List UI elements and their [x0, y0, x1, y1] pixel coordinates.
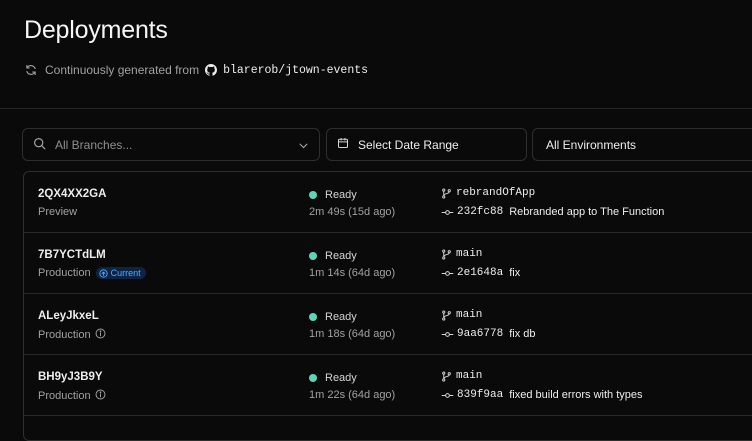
- info-icon[interactable]: [95, 328, 106, 342]
- deployment-duration: 1m 22s (64d ago): [309, 389, 396, 401]
- badge-label: Current: [110, 268, 141, 278]
- git-commit-icon: [441, 270, 454, 276]
- table-row[interactable]: ALeyJkxeL Production Ready 1m 18s (64d a…: [24, 294, 752, 355]
- branch-filter[interactable]: All Branches...: [22, 128, 320, 161]
- deployment-status: Ready: [309, 311, 357, 323]
- branch-name: main: [456, 309, 483, 321]
- deployment-commit[interactable]: 839f9aa fixed build errors with types: [441, 389, 643, 401]
- git-branch-icon: [442, 370, 451, 382]
- git-commit-icon: [441, 209, 454, 215]
- commit-message: fix: [509, 267, 521, 279]
- commit-message: fix db: [509, 328, 536, 340]
- table-row[interactable]: BH9yJ3B9Y Production Ready 1m 22s (64d a…: [24, 355, 752, 416]
- status-dot: [309, 374, 317, 382]
- deployment-commit[interactable]: 232fc88 Rebranded app to The Function: [441, 206, 664, 218]
- deployment-status: Ready: [309, 189, 357, 201]
- status-label: Ready: [325, 372, 357, 384]
- git-branch-icon: [442, 187, 451, 199]
- deployment-environment: Preview: [38, 206, 77, 218]
- status-dot: [309, 313, 317, 321]
- date-range-button[interactable]: Select Date Range: [326, 128, 527, 161]
- deployment-status: Ready: [309, 250, 357, 262]
- status-dot: [309, 252, 317, 260]
- calendar-icon: [337, 137, 349, 152]
- branch-name: main: [456, 248, 483, 260]
- environment-select-label: All Environments: [546, 137, 637, 152]
- github-icon: [205, 64, 218, 76]
- deployment-id[interactable]: ALeyJkxeL: [38, 310, 99, 322]
- git-commit-icon: [441, 392, 454, 398]
- table-row[interactable]: 7B7YCTdLM Production Current Ready 1m 14…: [24, 233, 752, 294]
- environment-label: Production: [38, 329, 91, 341]
- subtitle-text: Continuously generated from: [45, 63, 200, 77]
- deployment-id[interactable]: 7B7YCTdLM: [38, 249, 106, 261]
- chevron-down-icon[interactable]: [298, 140, 309, 154]
- environment-label: Production: [38, 390, 91, 402]
- refresh-icon: [25, 64, 37, 76]
- deployment-branch[interactable]: rebrandOfApp: [441, 187, 535, 199]
- commit-hash: 232fc88: [457, 206, 504, 218]
- branch-filter-placeholder: All Branches...: [55, 137, 133, 152]
- table-row[interactable]: 2QX4XX2GA Preview Ready 2m 49s (15d ago)…: [24, 172, 752, 233]
- git-branch-icon: [442, 248, 451, 260]
- deployment-branch[interactable]: main: [441, 248, 482, 260]
- deployment-branch[interactable]: main: [441, 370, 482, 382]
- deployment-environment: Production: [38, 328, 106, 342]
- environment-label: Preview: [38, 206, 78, 218]
- deployment-commit[interactable]: 9aa6778 fix db: [441, 328, 536, 340]
- deployment-status: Ready: [309, 372, 357, 384]
- environment-label: Production: [38, 267, 91, 279]
- commit-message: Rebranded app to The Function: [509, 206, 665, 218]
- status-dot: [309, 191, 317, 199]
- commit-hash: 2e1648a: [457, 267, 504, 279]
- page-title: Deployments: [24, 16, 168, 44]
- deployment-branch[interactable]: main: [441, 309, 482, 321]
- status-label: Ready: [325, 250, 357, 262]
- repo-link[interactable]: blarerob/jtown-events: [223, 64, 368, 77]
- deployment-id[interactable]: 2QX4XX2GA: [38, 188, 106, 200]
- info-icon[interactable]: [95, 389, 106, 403]
- deployment-duration: 1m 14s (64d ago): [309, 267, 396, 279]
- deployment-id[interactable]: BH9yJ3B9Y: [38, 371, 103, 383]
- status-label: Ready: [325, 311, 357, 323]
- search-icon: [33, 137, 46, 153]
- deployment-duration: 1m 18s (64d ago): [309, 328, 396, 340]
- git-commit-icon: [441, 331, 454, 337]
- commit-message: fixed build errors with types: [509, 389, 643, 401]
- commit-hash: 839f9aa: [457, 389, 504, 401]
- environment-select[interactable]: All Environments: [532, 128, 752, 161]
- date-range-label: Select Date Range: [358, 137, 459, 152]
- status-label: Ready: [325, 189, 357, 201]
- header-divider: [0, 108, 752, 109]
- current-badge: Current: [95, 267, 146, 279]
- git-branch-icon: [442, 309, 451, 321]
- arrow-up-circle-icon: [98, 268, 108, 278]
- deployment-environment: Production: [38, 389, 106, 403]
- commit-hash: 9aa6778: [457, 328, 504, 340]
- subtitle: Continuously generated from blarerob/jto…: [25, 62, 368, 78]
- deployment-environment: Production Current: [38, 267, 146, 279]
- deployments-list: 2QX4XX2GA Preview Ready 2m 49s (15d ago)…: [23, 171, 752, 441]
- branch-name: rebrandOfApp: [456, 187, 536, 199]
- deployment-duration: 2m 49s (15d ago): [309, 206, 396, 218]
- deployment-commit[interactable]: 2e1648a fix: [441, 267, 520, 279]
- branch-name: main: [456, 370, 483, 382]
